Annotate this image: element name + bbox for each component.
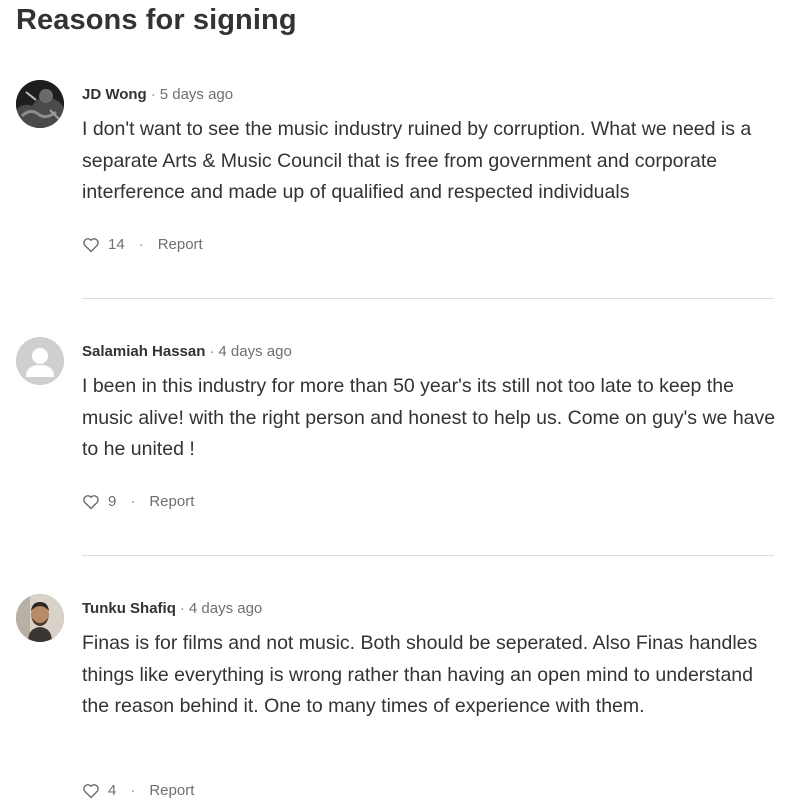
heart-icon[interactable] [82,783,100,799]
reasons-for-signing-page: Reasons for signing JD Wong · 5 days ago I… [0,0,800,810]
avatar[interactable] [16,80,64,128]
author-name[interactable]: JD Wong [82,86,147,103]
meta-separator: · [150,86,156,103]
comment-item: Salamiah Hassan · 4 days ago I been in thi… [16,337,775,537]
author-name[interactable]: Salamiah Hassan [82,343,205,360]
comment-meta: Tunku Shafiq · 4 days ago [82,600,262,618]
action-separator: · [130,782,136,799]
action-separator: · [130,493,136,510]
report-link[interactable]: Report [158,235,203,255]
author-name[interactable]: Tunku Shafiq [82,600,176,617]
comment-item: JD Wong · 5 days ago I don't want to see t… [16,80,774,280]
report-link[interactable]: Report [149,781,194,801]
timestamp: 4 days ago [218,343,292,360]
comment-item: Tunku Shafiq · 4 days ago Finas is for fil… [16,594,774,808]
comment-text: Finas is for films and not music. Both s… [82,632,758,717]
user-photo-icon [16,594,64,642]
heart-icon[interactable] [82,237,100,253]
meta-separator: · [209,343,215,360]
report-link[interactable]: Report [149,492,194,512]
comment-divider [82,298,774,299]
avatar[interactable] [16,337,64,385]
comment-meta: JD Wong · 5 days ago [82,86,233,104]
timestamp: 5 days ago [159,86,234,103]
meta-separator: · [179,600,185,617]
comment-actions: 9 · Report [82,492,194,512]
like-count: 4 [108,782,117,799]
comment-actions: 4 · Report [82,781,194,801]
comment-actions: 14 · Report [82,235,203,255]
comment-divider [82,555,774,556]
like-count: 9 [108,493,117,510]
like-count: 14 [108,236,125,253]
comment-text: I been in this industry for more than 50… [82,375,776,460]
comment-meta: Salamiah Hassan · 4 days ago [82,343,292,361]
user-photo-icon [16,80,64,128]
timestamp: 4 days ago [188,600,263,617]
comment-text: I don't want to see the music industry r… [82,118,752,203]
default-user-icon [16,337,64,385]
action-separator: · [138,236,144,253]
heart-icon[interactable] [82,494,100,510]
avatar[interactable] [16,594,64,642]
section-title: Reasons for signing [16,4,297,36]
